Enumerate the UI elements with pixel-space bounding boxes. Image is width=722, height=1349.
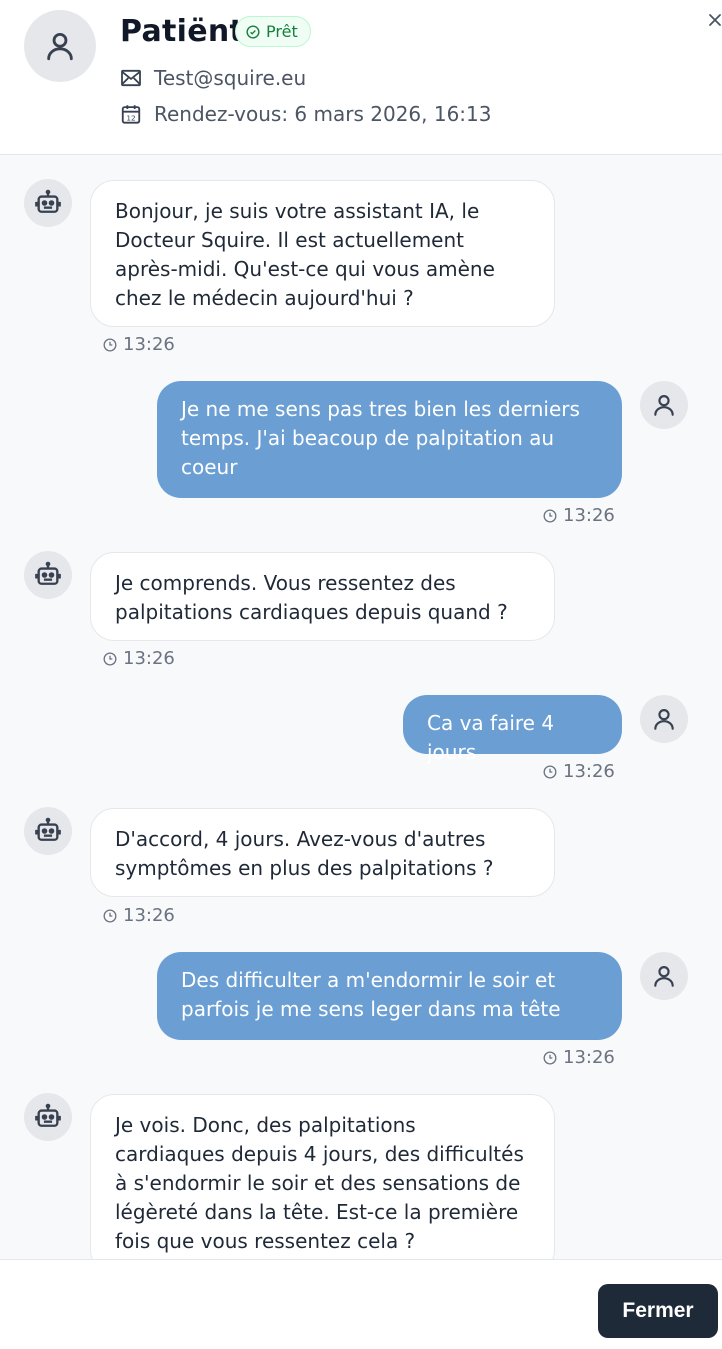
user-avatar [640,695,688,743]
message-timestamp: 13:26 [103,905,175,926]
timestamp-text: 13:26 [123,648,175,669]
message-timestamp: 13:26 [543,505,615,526]
bot-message-bubble: Je vois. Donc, des palpitations cardiaqu… [90,1094,555,1259]
robot-icon [35,817,61,841]
message-text: Ca va faire 4 jours [427,711,555,764]
robot-icon [35,561,61,585]
clock-icon [543,509,557,522]
user-icon [47,32,73,61]
bot-avatar [24,551,72,599]
clock-icon [103,909,117,922]
user-avatar [640,952,688,1000]
robot-icon [35,1103,61,1127]
close-icon[interactable] [707,12,722,28]
close-button[interactable]: Fermer [598,1284,718,1338]
message-text: Je vois. Donc, des palpitations cardiaqu… [115,1113,524,1253]
message-text: Je comprends. Vous ressentez des palpita… [115,571,508,624]
user-icon [654,966,674,987]
message-text: Je ne me sens pas tres bien les derniers… [181,397,580,479]
user-icon [654,709,674,730]
timestamp-text: 13:26 [123,334,175,355]
clock-icon [103,338,117,351]
chat-transcript[interactable]: Bonjour, je suis votre assistant IA, le … [0,155,722,1259]
appointment-date: Rendez-vous: 6 mars 2026, 16:13 [154,102,492,126]
clock-icon [543,1051,557,1064]
timestamp-text: 13:26 [563,505,615,526]
user-message-bubble: Je ne me sens pas tres bien les derniers… [157,381,622,498]
user-avatar [640,381,688,429]
message-timestamp: 13:26 [543,761,615,782]
status-badge: Prêt [235,16,311,47]
message-text: D'accord, 4 jours. Avez-vous d'autres sy… [115,827,494,880]
bot-message-bubble: Bonjour, je suis votre assistant IA, le … [90,180,555,327]
status-label: Prêt [266,22,298,41]
clock-icon [543,765,557,778]
check-circle-icon [246,24,260,39]
message-timestamp: 13:26 [103,648,175,669]
calendar-icon: 12 [121,105,141,124]
patient-avatar [24,10,96,82]
message-text: Des difficulter a m'endormir le soir et … [181,968,561,1021]
message-timestamp: 13:26 [543,1047,615,1068]
timestamp-text: 13:26 [563,761,615,782]
bot-message-bubble: D'accord, 4 jours. Avez-vous d'autres sy… [90,808,555,897]
svg-text:12: 12 [126,113,135,122]
bot-message-bubble: Je comprends. Vous ressentez des palpita… [90,552,555,641]
timestamp-text: 13:26 [563,1047,615,1068]
email-row: Test@squire.eu [120,66,306,90]
patient-email: Test@squire.eu [154,66,307,90]
patient-name: Patiënt [120,14,245,49]
bot-avatar [24,179,72,227]
dialog-footer: Fermer [0,1259,722,1349]
message-timestamp: 13:26 [103,334,175,355]
robot-icon [35,189,61,213]
user-icon [654,395,674,416]
appointment-row: 12 Rendez-vous: 6 mars 2026, 16:13 [120,102,492,126]
timestamp-text: 13:26 [123,905,175,926]
mail-icon [121,69,141,87]
clock-icon [103,652,117,665]
bot-avatar [24,1093,72,1141]
user-message-bubble: Ca va faire 4 jours [403,695,622,764]
bot-avatar [24,807,72,855]
message-text: Bonjour, je suis votre assistant IA, le … [115,199,495,310]
patient-header: Patiënt Prêt Test@squire.eu 12 Rendez-vo… [0,0,722,155]
user-message-bubble: Des difficulter a m'endormir le soir et … [157,952,622,1040]
